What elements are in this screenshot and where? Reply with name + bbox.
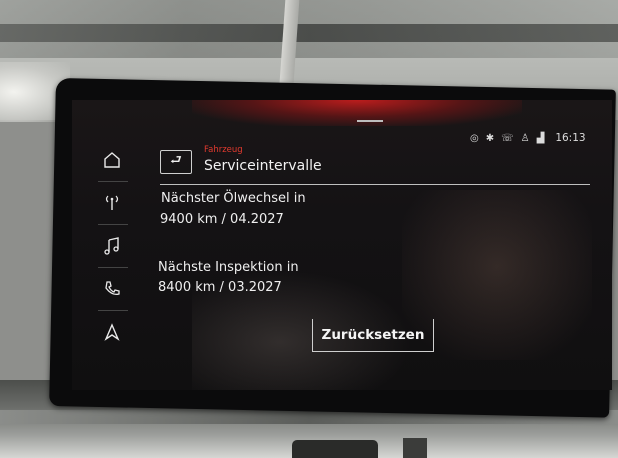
inspection-label: Nächste Inspektion in: [158, 260, 299, 275]
page-header: ⮐ Fahrzeug Serviceintervalle: [160, 140, 590, 186]
accent-glow: [192, 100, 522, 126]
home-icon: [104, 152, 120, 168]
phone-icon: [105, 281, 120, 296]
back-button[interactable]: ⮐: [160, 150, 192, 174]
music-icon: [104, 237, 119, 255]
inspection-value: 8400 km / 03.2027: [158, 280, 282, 295]
oil-change-label: Nächster Ölwechsel in: [161, 191, 306, 206]
sidebar-item-media[interactable]: [90, 226, 134, 266]
screen-top-marker: [357, 120, 383, 122]
page-title: Serviceintervalle: [204, 158, 322, 174]
breadcrumb: Fahrzeug: [204, 145, 243, 155]
back-arrow-icon: ⮐: [170, 153, 182, 168]
ceiling-beam: [0, 24, 618, 42]
sidebar-item-navigation[interactable]: [90, 312, 134, 352]
divider: [98, 224, 128, 225]
sidebar-item-radio[interactable]: [90, 183, 134, 223]
sidebar-item-phone[interactable]: [90, 269, 134, 309]
divider: [98, 181, 128, 182]
sidebar: [90, 140, 140, 341]
air-vent: [292, 440, 378, 458]
reset-button[interactable]: Zurücksetzen: [312, 319, 434, 352]
divider: [98, 267, 128, 268]
header-divider: [160, 184, 590, 185]
oil-change-value: 9400 km / 04.2027: [160, 212, 284, 227]
dashboard-button: [403, 438, 427, 458]
radio-icon: [105, 195, 119, 210]
sidebar-item-home[interactable]: [90, 140, 134, 180]
divider: [98, 310, 128, 311]
navigation-icon: [104, 323, 120, 341]
